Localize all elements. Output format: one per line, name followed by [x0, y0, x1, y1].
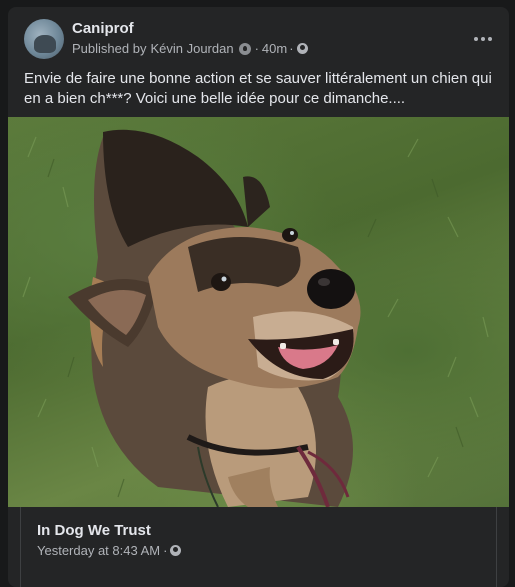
- dog-illustration: [22, 129, 489, 507]
- more-dot: [481, 37, 485, 41]
- post-card: Caniprof Published by Kévin Jourdan · 40…: [8, 7, 509, 587]
- link-preview-meta: Yesterday at 8:43 AM ·: [37, 543, 182, 558]
- link-preview-separator: ·: [163, 543, 168, 558]
- page-avatar[interactable]: [24, 19, 64, 59]
- link-preview-time[interactable]: Yesterday at 8:43 AM: [37, 543, 160, 558]
- author-link[interactable]: Kévin Jourdan: [150, 41, 233, 56]
- post-meta: Published by Kévin Jourdan · 40m ·: [72, 41, 308, 56]
- globe-icon[interactable]: [296, 43, 308, 54]
- globe-icon[interactable]: [170, 545, 182, 556]
- more-dot: [488, 37, 492, 41]
- link-preview[interactable]: In Dog We Trust Yesterday at 8:43 AM ·: [20, 507, 497, 587]
- post-text: Envie de faire une bonne action et se sa…: [24, 70, 492, 107]
- link-preview-title[interactable]: In Dog We Trust: [37, 522, 151, 539]
- published-by-label: Published by: [72, 41, 147, 56]
- dog-photo[interactable]: [8, 117, 509, 507]
- meta-separator-2: ·: [289, 41, 294, 56]
- post-header: Caniprof Published by Kévin Jourdan · 40…: [8, 7, 509, 71]
- meta-separator: ·: [254, 41, 259, 56]
- more-options-button[interactable]: [467, 23, 499, 55]
- page-name-link[interactable]: Caniprof: [72, 20, 134, 37]
- more-horizontal-icon: [474, 37, 478, 41]
- post-timestamp[interactable]: 40m: [262, 41, 287, 56]
- info-icon[interactable]: [238, 42, 251, 55]
